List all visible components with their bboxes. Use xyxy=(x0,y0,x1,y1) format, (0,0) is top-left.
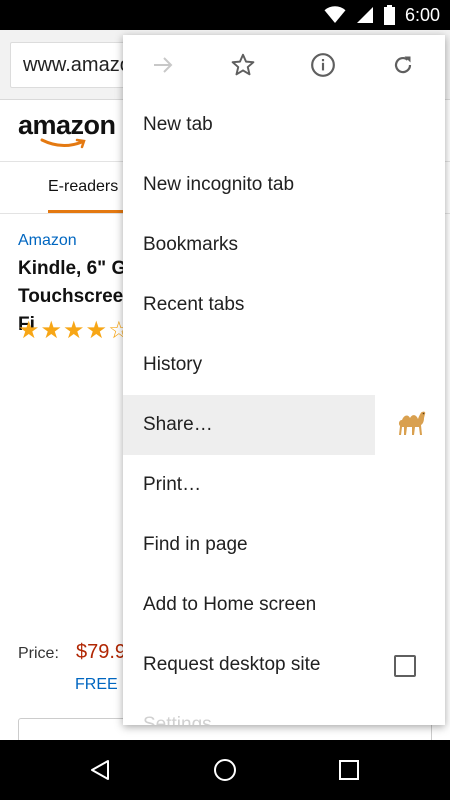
star-icon: ★ xyxy=(40,316,63,344)
menu-item-request-desktop-site[interactable]: Request desktop site xyxy=(123,635,375,695)
star-icon: ★ xyxy=(85,316,108,344)
request-desktop-site-checkbox[interactable] xyxy=(394,655,416,677)
menu-item-share[interactable]: Share… xyxy=(123,395,375,455)
menu-item-settings[interactable]: Settings xyxy=(123,695,375,725)
status-bar: 6:00 xyxy=(0,0,450,30)
menu-item-new-tab[interactable]: New tab xyxy=(123,95,375,155)
free-shipping-link[interactable]: FREE xyxy=(75,676,118,694)
menu-item-new-incognito-tab[interactable]: New incognito tab xyxy=(123,155,375,215)
cell-signal-icon xyxy=(356,6,374,24)
tab-ereaders[interactable]: E-readers xyxy=(48,178,118,196)
menu-item-recent-tabs[interactable]: Recent tabs xyxy=(123,275,375,335)
home-icon[interactable] xyxy=(207,752,243,788)
wifi-icon xyxy=(324,6,346,24)
battery-icon xyxy=(383,5,395,25)
menu-item-find-in-page[interactable]: Find in page xyxy=(123,515,375,575)
rating-stars[interactable]: ★ ★ ★ ★ ☆ xyxy=(18,318,130,342)
star-icon: ★ xyxy=(63,316,85,344)
menu-item-add-to-home-screen[interactable]: Add to Home screen xyxy=(123,575,375,635)
price-label: Price: xyxy=(18,645,59,662)
refresh-icon[interactable] xyxy=(383,45,423,85)
menu-item-print[interactable]: Print… xyxy=(123,455,375,515)
overflow-menu: New tab New incognito tab Bookmarks Rece… xyxy=(123,35,445,725)
menu-item-bookmarks[interactable]: Bookmarks xyxy=(123,215,375,275)
menu-icon-row xyxy=(123,35,445,95)
amazon-logo[interactable]: amazon xyxy=(18,110,116,141)
status-time: 6:00 xyxy=(404,4,440,25)
back-icon[interactable] xyxy=(82,752,118,788)
tab-active-indicator xyxy=(48,210,128,213)
amazon-smile-icon xyxy=(40,138,86,149)
screen: 6:00 www.amazon.com amazon E-readers Ama… xyxy=(0,0,450,800)
camel-share-icon[interactable] xyxy=(395,405,429,439)
star-icon[interactable] xyxy=(223,45,263,85)
recents-icon[interactable] xyxy=(331,752,367,788)
brand-link[interactable]: Amazon xyxy=(18,232,77,250)
info-icon[interactable] xyxy=(303,45,343,85)
star-icon: ★ xyxy=(18,316,40,344)
system-nav-bar xyxy=(0,740,450,800)
menu-item-history[interactable]: History xyxy=(123,335,375,395)
forward-icon[interactable] xyxy=(143,45,183,85)
